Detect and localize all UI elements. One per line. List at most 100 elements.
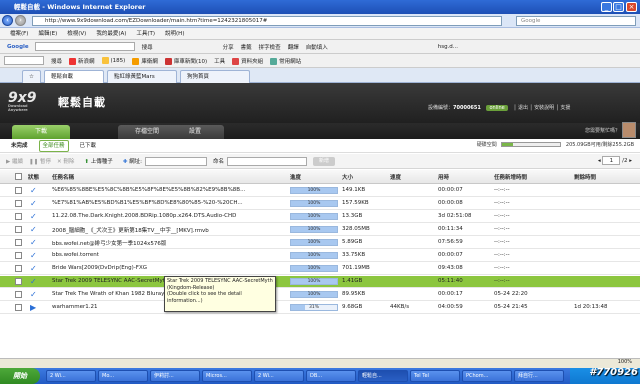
col-size[interactable]: 大小	[342, 173, 353, 181]
table-row[interactable]: ✓ 11.22.08.The.Dark.Knight.2008.BDRip.108…	[0, 211, 640, 223]
task-name-input[interactable]	[226, 156, 307, 166]
col-name[interactable]: 任務名稱	[52, 173, 74, 181]
links-kuwei[interactable]: 庫衛網	[132, 57, 158, 65]
google-search-input[interactable]	[34, 42, 135, 51]
logout-link[interactable]: 退出	[518, 105, 528, 111]
menu-tools[interactable]: 工具(T)	[136, 28, 155, 40]
google-autofill-button[interactable]: 自動填入	[306, 43, 328, 51]
menu-help[interactable]: 說明(H)	[165, 28, 184, 40]
table-row[interactable]: ✓ Star Trek The Wrath of Khan 1982 Bluray…	[0, 289, 640, 301]
taskbar-item[interactable]: 輕鬆自...	[358, 370, 408, 382]
taskbar-item[interactable]: Micros...	[202, 370, 252, 382]
zoom-level[interactable]: 100%	[618, 359, 632, 365]
table-row[interactable]: ✓ %E7%81%AB%E5%BD%B1%E5%BF%8D%E8%80%85-%2…	[0, 198, 640, 210]
filter-all[interactable]: 全部任務	[38, 139, 69, 152]
resume-button[interactable]: ▶ 繼續	[6, 157, 23, 165]
table-row[interactable]: ✓ %E6%85%8BE%E5%8C%8B%E5%8F%8E%E5%8B%82%E…	[0, 185, 640, 197]
col-time[interactable]: 用時	[438, 173, 449, 181]
select-all-checkbox[interactable]	[15, 173, 22, 180]
prev-page-icon[interactable]: ◂	[598, 158, 601, 164]
taskbar-item[interactable]: Mo...	[98, 370, 148, 382]
close-button[interactable]: ×	[626, 2, 637, 12]
start-button[interactable]: 開始	[0, 368, 40, 384]
links-search-button[interactable]: 搜尋	[51, 57, 62, 65]
menu-favorites[interactable]: 我的最愛(A)	[96, 28, 126, 40]
browser-tab-ezdownload[interactable]: 輕鬆自載	[43, 69, 104, 83]
filter-complete[interactable]: 已下載	[77, 141, 100, 151]
links-mail[interactable]: (185)	[101, 57, 125, 64]
row-checkbox[interactable]	[15, 187, 22, 194]
row-checkbox[interactable]	[15, 265, 22, 272]
menu-view[interactable]: 檢視(V)	[67, 28, 86, 40]
minimize-button[interactable]: _	[601, 2, 612, 12]
maximize-button[interactable]: □	[613, 2, 624, 12]
tab-download[interactable]: 下載	[12, 125, 70, 139]
col-speed[interactable]: 速度	[390, 173, 401, 181]
links-news[interactable]: 庫車新聞(10)	[164, 57, 207, 65]
table-row[interactable]: ✓ 2008_腦細胞_《_犬次王》更新第18集TV__中字__[MKV].rmvb…	[0, 224, 640, 236]
taskbar-item[interactable]: 2 Wi...	[254, 370, 304, 382]
links-search-input[interactable]	[4, 56, 44, 65]
taskbar-item[interactable]: DB...	[306, 370, 356, 382]
next-page-icon[interactable]: ▸	[629, 158, 632, 164]
row-checkbox[interactable]	[15, 213, 22, 220]
tab-settings[interactable]: 設置	[166, 125, 224, 139]
row-checkbox[interactable]	[15, 239, 22, 246]
task-name[interactable]: Bride Wars[2009(DvDrip(Eng)-FXG	[52, 265, 282, 271]
forward-icon[interactable]: ›	[15, 15, 26, 26]
task-name[interactable]: bbs.wofei.torrent	[52, 252, 282, 258]
google-bookmark-button[interactable]: 書籤	[241, 43, 252, 51]
links-favorites[interactable]: 常用網站	[270, 57, 301, 65]
filter-incomplete[interactable]: 未完成	[8, 141, 31, 151]
browser-tab-dog[interactable]: 狗狗首頁	[179, 69, 250, 83]
row-checkbox[interactable]	[15, 200, 22, 207]
taskbar-item[interactable]: 拜自行...	[514, 370, 564, 382]
menu-file[interactable]: 檔案(F)	[10, 28, 28, 40]
col-progress[interactable]: 進度	[290, 173, 301, 181]
row-checkbox[interactable]	[15, 278, 22, 285]
table-row[interactable]: ✓ bbs.wofei.torrent 100% 33.75KB 00:00:07 --:…	[0, 250, 640, 262]
taskbar-item[interactable]: PChom...	[462, 370, 512, 382]
upload-torrent-button[interactable]: ⬆ 上傳種子	[84, 157, 112, 165]
search-input[interactable]: Google	[516, 15, 636, 26]
help-prompt[interactable]: 您需要幫忙嗎？	[585, 127, 620, 134]
task-name[interactable]: 11.22.08.The.Dark.Knight.2008.BDRip.1080…	[52, 213, 282, 219]
row-checkbox[interactable]	[15, 252, 22, 259]
google-translate-button[interactable]: 翻譯	[288, 43, 299, 51]
delete-button[interactable]: ✕ 刪除	[57, 157, 74, 165]
table-row[interactable]: ▶ warhammer1.21 31% 9.68GB 44KB/s 04:00:59 05-…	[0, 302, 640, 314]
add-task-button[interactable]: 新增	[312, 156, 335, 166]
install-link[interactable]: 安裝說明	[534, 105, 554, 111]
browser-tab-star[interactable]: ☆	[22, 69, 41, 83]
taskbar-item[interactable]: 2 Wi...	[46, 370, 96, 382]
taskbar-item[interactable]: 伊莉討...	[150, 370, 200, 382]
row-checkbox[interactable]	[15, 304, 22, 311]
task-name[interactable]: %E6%85%8BE%E5%8C%8B%E5%8F%8E%E5%8B%82%E9…	[52, 187, 282, 193]
menu-edit[interactable]: 編輯(E)	[38, 28, 57, 40]
links-tools[interactable]: 工具	[214, 57, 225, 65]
table-row[interactable]: ✓ Bride Wars[2009(DvDrip(Eng)-FXG 100% 701.…	[0, 263, 640, 275]
task-name[interactable]: 2008_腦細胞_《_犬次王》更新第18集TV__中字__[MKV].rmvb	[52, 226, 282, 234]
row-checkbox[interactable]	[15, 291, 22, 298]
col-status[interactable]: 狀態	[28, 173, 39, 181]
links-sina[interactable]: 新浪網	[69, 57, 95, 65]
links-folders[interactable]: 資料夾組	[232, 57, 263, 65]
google-share-button[interactable]: 分享	[223, 43, 234, 51]
col-added[interactable]: 任務新增時間	[494, 173, 527, 181]
page-input[interactable]: 1	[602, 156, 621, 165]
google-search-button[interactable]: 搜尋	[142, 43, 153, 51]
help-link[interactable]: 支援	[560, 105, 570, 111]
google-account[interactable]: hsg.d...	[438, 44, 458, 50]
url-task-input[interactable]	[144, 156, 207, 166]
col-remaining[interactable]: 剩餘時間	[574, 173, 596, 181]
browser-tab-mars[interactable]: 點紅綠黃藍Mars	[106, 69, 177, 83]
back-icon[interactable]: ‹	[2, 15, 13, 26]
table-row[interactable]: ✓ bbs.wofei.net@緋弓少女第一季1024x576版 100% 5.89G…	[0, 237, 640, 249]
table-row[interactable]: ✓ Star Trek 2009 TELESYNC AAC-SecretMyth …	[0, 276, 640, 288]
google-spellcheck-button[interactable]: 拼字檢查	[259, 43, 281, 51]
taskbar-item[interactable]: Tel Tel	[410, 370, 460, 382]
task-name[interactable]: %E7%81%AB%E5%BD%B1%E5%BF%8D%E8%80%85-%20…	[52, 200, 282, 206]
pause-button[interactable]: ❚❚ 暫停	[29, 157, 51, 165]
row-checkbox[interactable]	[15, 226, 22, 233]
task-name[interactable]: bbs.wofei.net@緋弓少女第一季1024x576版	[52, 239, 282, 247]
